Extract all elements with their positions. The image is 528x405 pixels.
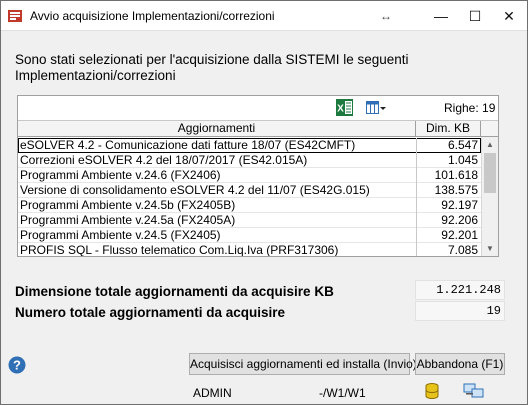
total-size-value: 1.221.248 [415,280,505,300]
grid-body: eSOLVER 4.2 - Comunicazione dati fatture… [18,138,481,256]
install-button[interactable]: Acquisisci aggiornamenti ed installa (In… [189,353,417,375]
grid-header: Aggiornamenti Dim. KB [18,120,498,137]
scroll-thumb[interactable] [484,153,496,193]
svg-text:?: ? [13,358,21,373]
update-size-cell: 7.085 [447,243,478,256]
table-row[interactable]: Programmi Ambiente v.24.5a (FX2405A) 92.2… [18,213,481,228]
table-row[interactable]: Correzioni eSOLVER 4.2 del 18/07/2017 (E… [18,153,481,168]
update-name-cell: Programmi Ambiente v.24.6 (FX2406) [20,168,221,182]
status-path: -/W1/W1 [319,386,366,400]
total-size-label: Dimensione totale aggiornamenti da acqui… [15,284,334,299]
update-name-cell: eSOLVER 4.2 - Comunicazione dati fatture… [20,138,356,152]
row-count-label: Righe: 19 [444,101,496,115]
grid-toolbar: X Righe: 19 [18,96,498,120]
column-header-updates[interactable]: Aggiornamenti [18,121,416,137]
table-row[interactable]: Programmi Ambiente v.24.6 (FX2406) 101.61… [18,168,481,183]
total-count-label: Numero totale aggiornamenti da acquisire [15,305,286,320]
update-name-cell: PROFIS SQL - Flusso telematico Com.Liq.I… [20,243,339,256]
help-icon[interactable]: ? [8,356,26,374]
update-name-cell: Correzioni eSOLVER 4.2 del 18/07/2017 (E… [20,153,308,167]
resize-arrows-icon: ↔ [380,9,392,23]
table-row[interactable]: Programmi Ambiente v.24.5 (FX2405) 92.201 [18,228,481,243]
dialog-window: Avvio acquisizione Implementazioni/corre… [0,0,528,405]
table-row[interactable]: Programmi Ambiente v.24.5b (FX2405B) 92.1… [18,198,481,213]
total-count-value: 19 [415,301,505,321]
scroll-down-icon[interactable]: ▼ [482,241,498,256]
title-bar[interactable]: Avvio acquisizione Implementazioni/corre… [1,1,527,31]
svg-text:X: X [337,104,344,115]
window-title: Avvio acquisizione Implementazioni/corre… [30,9,275,23]
column-header-size[interactable]: Dim. KB [416,121,481,137]
update-name-cell: Programmi Ambiente v.24.5 (FX2405) [20,228,221,242]
column-divider [416,138,417,256]
updates-grid: X Righe: 19 Aggiornamenti Dim. KB eSOLVE… [17,95,499,257]
update-size-cell: 138.575 [434,183,478,197]
abort-button[interactable]: Abbandona (F1) [415,353,505,375]
update-size-cell: 92.197 [441,198,478,212]
update-name-cell: Programmi Ambiente v.24.5b (FX2405B) [20,198,236,212]
network-icon[interactable] [463,383,485,399]
update-size-cell: 1.045 [447,153,478,167]
update-name-cell: Versione di consolidamento eSOLVER 4.2 d… [20,183,370,197]
vertical-scrollbar[interactable]: ▲ ▼ [481,137,498,256]
app-icon [8,10,22,22]
table-row[interactable]: eSOLVER 4.2 - Comunicazione dati fatture… [18,138,481,153]
database-icon[interactable] [425,383,439,399]
excel-icon[interactable]: X [336,99,353,116]
update-size-cell: 92.201 [441,228,478,242]
intro-message: Sono stati selezionati per l'acquisizion… [15,52,409,83]
update-size-cell: 92.206 [441,213,478,227]
update-size-cell: 6.547 [447,138,478,152]
status-user: ADMIN [193,386,232,400]
minimize-button[interactable]: — [424,1,458,31]
scroll-up-icon[interactable]: ▲ [482,137,498,152]
columns-config-icon[interactable] [366,100,386,116]
close-button[interactable]: ✕ [492,1,526,31]
table-row[interactable]: Versione di consolidamento eSOLVER 4.2 d… [18,183,481,198]
update-name-cell: Programmi Ambiente v.24.5a (FX2405A) [20,213,236,227]
maximize-button[interactable]: ☐ [458,1,492,31]
update-size-cell: 101.618 [434,168,478,182]
table-row[interactable]: PROFIS SQL - Flusso telematico Com.Liq.I… [18,243,481,256]
